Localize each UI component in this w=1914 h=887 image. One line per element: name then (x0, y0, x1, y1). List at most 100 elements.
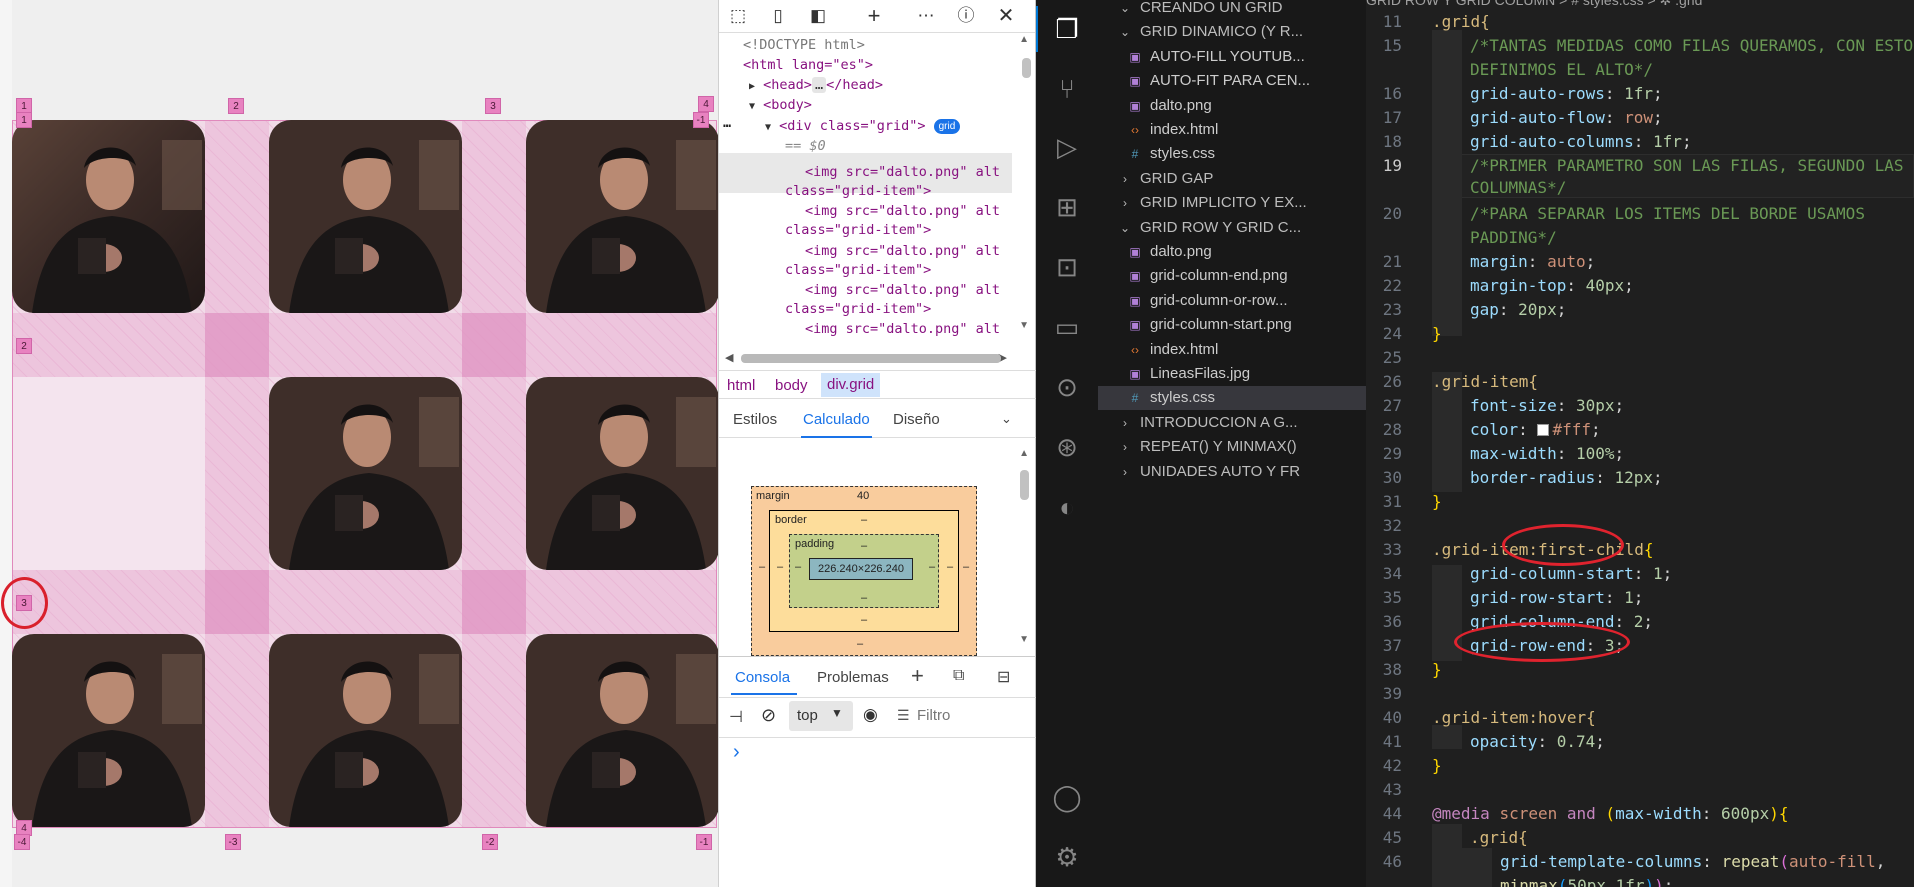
editor-breadcrumb[interactable]: GRID ROW Y GRID COLUMN > # styles.css > … (1366, 0, 1702, 9)
filter-input[interactable]: Filtro (917, 707, 950, 724)
more-icon[interactable]: ⋯ (913, 4, 939, 28)
folder-icon[interactable]: ▭ (1050, 310, 1084, 344)
grid-item[interactable] (269, 120, 462, 313)
css-file-icon: # (1131, 391, 1139, 406)
explorer-file[interactable]: ▣ dalto.png (1098, 240, 1212, 264)
content-box[interactable]: 226.240×226.240 (809, 558, 913, 580)
grid-item[interactable] (526, 377, 718, 570)
explorer-file[interactable]: ▣ grid-column-start.png (1098, 313, 1291, 337)
explorer-icon[interactable]: ❐ (1036, 6, 1084, 52)
crumb-body[interactable]: body (775, 377, 808, 394)
git-graph-icon[interactable]: ⊙ (1050, 370, 1084, 404)
img-node[interactable]: <img src="dalto.png" alt (805, 163, 1000, 182)
line-number: 36 (1382, 612, 1402, 631)
add-tab-icon[interactable]: + (911, 663, 924, 689)
explorer-folder[interactable]: › REPEAT() Y MINMAX() (1098, 435, 1297, 459)
scroll-down-icon[interactable]: ▼ (1019, 320, 1029, 331)
tab-calculado[interactable]: Calculado (801, 411, 872, 438)
inspect-icon[interactable]: ⬚ (725, 4, 751, 28)
dom-scrollbar[interactable] (1022, 58, 1031, 78)
explorer-file[interactable]: ▣ AUTO-FIT PARA CEN... (1098, 69, 1310, 93)
explorer-file[interactable]: # styles.css (1098, 142, 1215, 166)
code-editor[interactable]: GRID ROW Y GRID COLUMN > # styles.css > … (1366, 0, 1914, 887)
tab-estilos[interactable]: Estilos (733, 411, 777, 428)
img-node[interactable]: <img src="dalto.png" alt (805, 320, 1000, 339)
clear-console-icon[interactable]: ⊘ (761, 705, 776, 726)
explorer-file[interactable]: ▣ AUTO-FILL YOUTUB... (1098, 45, 1304, 69)
crumb-div-grid[interactable]: div.grid (821, 373, 881, 397)
explorer-file[interactable]: ‹› index.html (1098, 118, 1218, 142)
grid-line-label: 2 (228, 98, 244, 114)
explorer-folder[interactable]: › INTRODUCCION A G... (1098, 411, 1298, 435)
explorer-item-label: GRID IMPLICITO Y EX... (1140, 194, 1307, 212)
drawer-toggle-icon[interactable]: ⊟ (997, 667, 1010, 687)
scroll-up-icon[interactable]: ▲ (1019, 34, 1029, 45)
body-node[interactable]: ▼ <body> (749, 96, 812, 115)
grid-div-node[interactable]: ▼ <div class="grid"> grid (765, 117, 961, 136)
eye-icon[interactable]: ◉ (863, 705, 878, 725)
tab-diseno[interactable]: Diseño (893, 411, 940, 428)
scroll-up-icon[interactable]: ▲ (1019, 448, 1029, 459)
explorer-file[interactable]: ▣ LineasFilas.jpg (1098, 362, 1250, 386)
scroll-left-icon[interactable]: ◀ (725, 351, 733, 364)
grid-item[interactable] (526, 120, 718, 313)
html-node[interactable]: <html lang="es"> (743, 56, 873, 75)
explorer-file[interactable]: ▣ grid-column-or-row... (1098, 289, 1287, 313)
grid-badge[interactable]: grid (933, 119, 961, 134)
crumb-html[interactable]: html (727, 377, 755, 394)
explorer-folder[interactable]: › UNIDADES AUTO Y FR (1098, 460, 1300, 484)
account-icon[interactable]: ◯ (1050, 780, 1084, 814)
add-tab-icon[interactable]: + (861, 4, 887, 28)
explorer-folder[interactable]: ⌄ CREANDO UN GRID (1098, 0, 1283, 20)
git-history-icon[interactable]: ⊛ (1050, 430, 1084, 464)
devtools-toolbar: ⬚ ▯ ◧ + ⋯ ⓘ ✕ (719, 0, 1035, 33)
source-control-icon[interactable]: ⑂ (1050, 72, 1084, 106)
explorer-file[interactable]: ▣ dalto.png (1098, 94, 1211, 118)
styles-scrollbar[interactable] (1020, 470, 1029, 500)
img-node[interactable]: <img src="dalto.png" alt (805, 202, 1000, 221)
help-icon[interactable]: ⓘ (953, 4, 979, 28)
grid-item[interactable] (526, 634, 718, 827)
chevron-down-icon[interactable]: ⌄ (1001, 411, 1012, 427)
edge-icon[interactable]: ◐ (1050, 490, 1084, 524)
close-icon[interactable]: ✕ (993, 4, 1019, 28)
console-prompt[interactable]: › (733, 741, 740, 764)
code-line: /*TANTAS MEDIDAS COMO FILAS QUERAMOS, CO… (1470, 36, 1914, 55)
tab-problemas[interactable]: Problemas (817, 669, 889, 686)
explorer-item-label: dalto.png (1150, 243, 1212, 260)
explorer-folder[interactable]: › GRID GAP (1098, 167, 1213, 191)
margin-top-value: 40 (857, 490, 870, 502)
chevron-down-icon: ⌄ (1119, 25, 1131, 40)
explorer-file[interactable]: ‹› index.html (1098, 338, 1218, 362)
code-line: grid-auto-columns: 1fr; (1470, 132, 1692, 151)
explorer-folder[interactable]: ⌄ GRID ROW Y GRID C... (1098, 216, 1301, 240)
head-node[interactable]: ▶ <head>… </head> (749, 76, 883, 95)
color-swatch[interactable] (1537, 424, 1550, 436)
device-toggle-icon[interactable]: ▯ (765, 4, 791, 28)
tab-consola[interactable]: Consola (735, 669, 790, 686)
explorer-folder[interactable]: › GRID IMPLICITO Y EX... (1098, 191, 1307, 215)
grid-item[interactable] (12, 634, 205, 827)
remote-explorer-icon[interactable]: ⊡ (1050, 250, 1084, 284)
drawer-dock-icon[interactable]: ⧉ (953, 667, 964, 685)
settings-gear-icon[interactable]: ⚙ (1050, 840, 1084, 874)
img-node[interactable]: <img src="dalto.png" alt (805, 242, 1000, 261)
img-node[interactable]: <img src="dalto.png" alt (805, 281, 1000, 300)
run-debug-icon[interactable]: ▷ (1050, 130, 1084, 164)
doctype-node[interactable]: <!DOCTYPE html> (743, 36, 865, 55)
scroll-down-icon[interactable]: ▼ (1019, 634, 1029, 645)
grid-item[interactable] (12, 120, 205, 313)
dock-panel-icon[interactable]: ◧ (805, 4, 831, 28)
context-select[interactable]: top ▼ (789, 701, 853, 731)
context-value: top (797, 707, 818, 724)
indent-guide (1432, 824, 1462, 887)
explorer-file[interactable]: # styles.css (1098, 386, 1366, 411)
grid-item[interactable] (269, 634, 462, 827)
dom-h-scrollbar[interactable] (741, 354, 1001, 363)
grid-item[interactable] (269, 377, 462, 570)
extensions-icon[interactable]: ⊞ (1050, 190, 1084, 224)
explorer-folder[interactable]: ⌄ GRID DINAMICO (Y R... (1098, 20, 1303, 44)
explorer-file[interactable]: ▣ grid-column-end.png (1098, 264, 1287, 288)
sidebar-toggle-icon[interactable]: ⊣ (729, 707, 743, 727)
node-actions-icon[interactable]: ⋯ (723, 117, 731, 136)
